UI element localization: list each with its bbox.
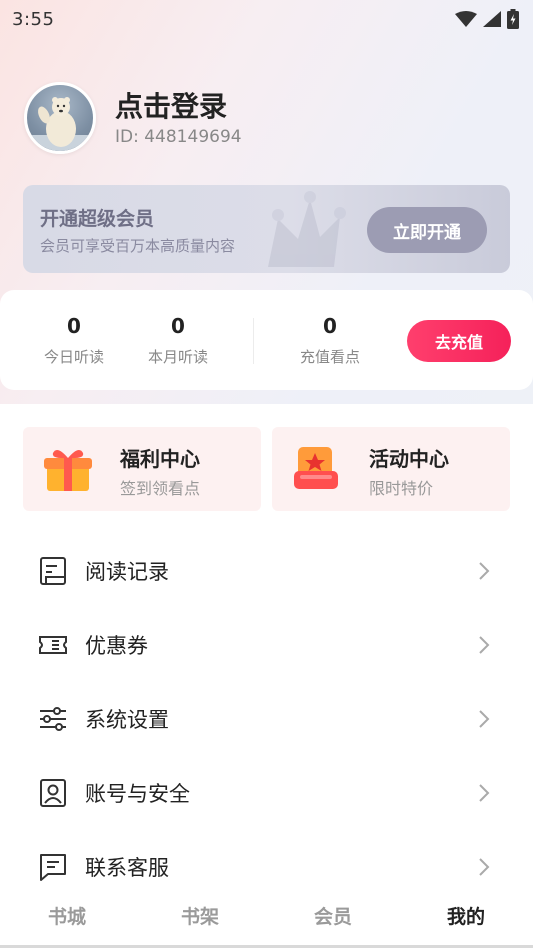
vip-open-button[interactable]: 立即开通 bbox=[367, 207, 487, 253]
stat-value: 0 bbox=[171, 314, 185, 338]
chevron-right-icon bbox=[479, 636, 490, 654]
menu-item-coupon[interactable]: 优惠券 bbox=[0, 620, 533, 670]
chevron-right-icon bbox=[479, 784, 490, 802]
promo-title: 活动中心 bbox=[369, 447, 449, 471]
profile-text: 点击登录 ID: 448149694 bbox=[115, 89, 242, 147]
stat-month-reading[interactable]: 0 本月听读 bbox=[133, 314, 223, 367]
stat-today-reading[interactable]: 0 今日听读 bbox=[29, 314, 119, 367]
vip-banner[interactable]: 开通超级会员 会员可享受百万本高质量内容 立即开通 bbox=[23, 185, 510, 273]
stat-label: 本月听读 bbox=[147, 348, 208, 366]
stat-value: 0 bbox=[323, 314, 337, 338]
menu-label: 联系客服 bbox=[85, 856, 169, 880]
promo-subtitle: 签到领看点 bbox=[120, 479, 201, 498]
polar-bear-avatar-image bbox=[27, 97, 93, 151]
stats-divider bbox=[253, 318, 254, 364]
menu-item-reading-record[interactable]: 阅读记录 bbox=[0, 546, 533, 596]
profile-section[interactable]: 点击登录 ID: 448149694 bbox=[24, 82, 242, 154]
status-bar: 3:55 bbox=[0, 0, 533, 38]
wifi-icon bbox=[455, 11, 477, 27]
activity-center-card[interactable]: 活动中心 限时特价 bbox=[272, 427, 510, 511]
menu-item-contact-support[interactable]: 联系客服 bbox=[0, 842, 533, 892]
menu-label: 账号与安全 bbox=[85, 782, 190, 806]
avatar[interactable] bbox=[24, 82, 96, 154]
promo-title: 福利中心 bbox=[120, 447, 200, 471]
vip-title: 开通超级会员 bbox=[40, 208, 155, 230]
status-icons bbox=[455, 9, 519, 29]
battery-icon bbox=[507, 9, 519, 29]
menu-item-system-settings[interactable]: 系统设置 bbox=[0, 694, 533, 744]
settings-sliders-icon bbox=[40, 707, 66, 731]
tab-mine[interactable]: 我的 bbox=[436, 902, 496, 929]
tab-membership[interactable]: 会员 bbox=[303, 902, 363, 929]
chevron-right-icon bbox=[479, 562, 490, 580]
menu-item-account-security[interactable]: 账号与安全 bbox=[0, 768, 533, 818]
status-time: 3:55 bbox=[12, 8, 55, 30]
stat-label: 今日听读 bbox=[43, 348, 104, 366]
user-id: ID: 448149694 bbox=[115, 127, 242, 147]
reading-record-icon bbox=[40, 557, 66, 585]
chevron-right-icon bbox=[479, 858, 490, 876]
account-icon bbox=[40, 779, 66, 807]
chevron-right-icon bbox=[479, 710, 490, 728]
gift-icon bbox=[44, 449, 92, 491]
welfare-center-card[interactable]: 福利中心 签到领看点 bbox=[23, 427, 261, 511]
menu-label: 优惠券 bbox=[85, 634, 148, 658]
menu-label: 系统设置 bbox=[85, 708, 169, 732]
coupon-icon bbox=[39, 636, 67, 654]
vip-subtitle: 会员可享受百万本高质量内容 bbox=[40, 237, 236, 255]
stat-label: 充值看点 bbox=[299, 348, 360, 366]
login-title[interactable]: 点击登录 bbox=[115, 89, 242, 125]
message-icon bbox=[40, 854, 66, 881]
bottom-tab-bar: 书城 书架 会员 我的 bbox=[0, 888, 533, 940]
promo-subtitle: 限时特价 bbox=[369, 479, 434, 498]
signal-icon bbox=[483, 11, 501, 27]
tab-bookstore[interactable]: 书城 bbox=[37, 902, 97, 929]
recharge-button[interactable]: 去充值 bbox=[407, 320, 511, 362]
stat-recharge-points[interactable]: 0 充值看点 bbox=[285, 314, 375, 367]
star-box-icon bbox=[294, 447, 338, 489]
menu-label: 阅读记录 bbox=[85, 560, 169, 584]
tab-bookshelf[interactable]: 书架 bbox=[170, 902, 230, 929]
crown-decoration-icon bbox=[268, 191, 346, 267]
stat-value: 0 bbox=[67, 314, 81, 338]
